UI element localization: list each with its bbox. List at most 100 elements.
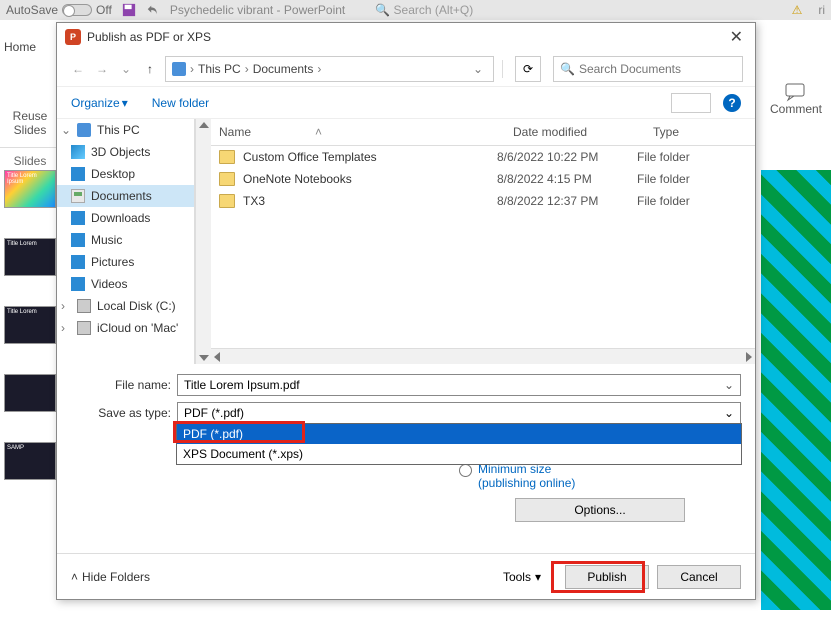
toggle-pill-icon [62,4,92,16]
publish-button[interactable]: Publish [565,565,649,589]
slide-thumb[interactable]: Title Lorem [4,306,56,344]
hide-folders-button[interactable]: ˄Hide Folders [71,570,150,584]
publish-dialog: P Publish as PDF or XPS ✕ ← → ⌄ ↑ › This… [56,22,756,600]
app-titlebar: AutoSave Off Psychedelic vibrant - Power… [0,0,831,20]
type-option-pdf[interactable]: PDF (*.pdf) [177,424,741,444]
file-row[interactable]: TX38/8/2022 12:37 PMFile folder [211,190,755,212]
tree-downloads[interactable]: Downloads [57,207,194,229]
dialog-toolbar: Organize ▾ New folder ? [57,87,755,119]
search-hint[interactable]: 🔍 Search (Alt+Q) [375,3,473,17]
nav-tree: ⌄This PC 3D Objects Desktop Documents Do… [57,119,195,364]
document-title: Psychedelic vibrant - PowerPoint [170,3,345,17]
tree-pictures[interactable]: Pictures [57,251,194,273]
new-folder-button[interactable]: New folder [152,96,209,110]
filename-label: File name: [71,378,177,392]
tree-scrollbar[interactable] [195,119,211,364]
save-form: File name: Title Lorem Ipsum.pdf⌄ Save a… [57,364,755,440]
file-browser: ⌄This PC 3D Objects Desktop Documents Do… [57,119,755,364]
tools-menu[interactable]: Tools▾ [503,570,541,584]
reuse-slides-button[interactable]: Reuse Slides [0,109,60,137]
documents-icon [71,189,85,203]
chevron-right-icon[interactable]: › [190,62,194,76]
autosave-state: Off [96,3,112,17]
chevron-down-icon: ▾ [535,570,541,584]
user-indicator[interactable]: ri [818,3,825,17]
nav-back-button[interactable]: ← [69,60,87,78]
powerpoint-icon: P [65,29,81,45]
nav-row: ← → ⌄ ↑ › This PC › Documents › ⌄ ⟳ 🔍 [57,51,755,87]
refresh-button[interactable]: ⟳ [515,56,541,82]
sort-up-icon: ˄ [315,125,322,139]
pc-icon [172,62,186,76]
slide-thumb[interactable]: Title Lorem [4,238,56,276]
undo-icon[interactable] [146,3,160,17]
savetype-label: Save as type: [71,406,177,420]
ribbon-left-group: Reuse Slides Slides [0,55,60,168]
file-row[interactable]: OneNote Notebooks8/8/2022 4:15 PMFile fo… [211,168,755,190]
col-type[interactable]: Type [645,119,755,145]
help-button[interactable]: ? [723,94,741,112]
dialog-title: Publish as PDF or XPS [87,30,211,44]
drive-icon [77,321,91,335]
col-name[interactable]: Name˄ [211,119,505,145]
search-box[interactable]: 🔍 [553,56,743,82]
music-icon [71,233,85,247]
cancel-button[interactable]: Cancel [657,565,741,589]
pictures-icon [71,255,85,269]
col-date[interactable]: Date modified [505,119,645,145]
chevron-right-icon[interactable]: › [245,62,249,76]
radio-minimum[interactable] [459,464,472,477]
savetype-combo[interactable]: PDF (*.pdf)⌄ PDF (*.pdf) XPS Document (*… [177,402,741,424]
tab-home[interactable]: Home [4,40,36,54]
dialog-titlebar: P Publish as PDF or XPS ✕ [57,23,755,51]
slide-thumbnails: Title Lorem Ipsum Title Lorem Title Lore… [0,170,60,510]
organize-menu[interactable]: Organize ▾ [71,96,128,110]
drive-icon [77,299,91,313]
new-comment-button[interactable]: Comment [761,82,831,116]
slide-thumb[interactable]: Title Lorem Ipsum [4,170,56,208]
save-icon[interactable] [122,3,136,17]
address-bar[interactable]: › This PC › Documents › ⌄ [165,56,494,82]
chevron-down-icon: ⌄ [724,406,734,420]
autosave-label: AutoSave [6,3,58,17]
pc-icon [77,123,91,137]
close-button[interactable]: ✕ [726,27,747,47]
tree-desktop[interactable]: Desktop [57,163,194,185]
slide-thumb[interactable]: SAMP [4,442,56,480]
autosave-toggle[interactable]: AutoSave Off [6,3,112,17]
slide-thumb[interactable] [4,374,56,412]
folder-icon [219,194,235,208]
type-option-xps[interactable]: XPS Document (*.xps) [177,444,741,464]
chevron-right-icon[interactable]: › [317,62,321,76]
tree-this-pc[interactable]: ⌄This PC [57,119,194,141]
tree-3d-objects[interactable]: 3D Objects [57,141,194,163]
search-input[interactable] [579,62,736,76]
folder-icon [219,172,235,186]
optimize-minimum[interactable]: Minimum size(publishing online) [459,462,741,490]
chevron-up-icon: ˄ [71,570,78,584]
chevron-down-icon[interactable]: ⌄ [724,378,734,392]
file-row[interactable]: Custom Office Templates8/6/2022 10:22 PM… [211,146,755,168]
nav-forward-button: → [93,60,111,78]
tree-icloud[interactable]: ›iCloud on 'Mac' [57,317,194,339]
filename-input[interactable]: Title Lorem Ipsum.pdf⌄ [177,374,741,396]
options-button[interactable]: Options... [515,498,685,522]
nav-up-button[interactable]: ↑ [141,60,159,78]
videos-icon [71,277,85,291]
file-list: Name˄ Date modified Type Custom Office T… [211,119,755,364]
chevron-down-icon: ▾ [122,96,128,110]
view-mode-button[interactable] [671,93,711,113]
list-h-scrollbar[interactable] [211,348,755,364]
warning-icon[interactable]: ⚠ [792,3,803,17]
tree-videos[interactable]: Videos [57,273,194,295]
recent-locations-button[interactable]: ⌄ [117,60,135,78]
tree-local-disk[interactable]: ›Local Disk (C:) [57,295,194,317]
tree-documents[interactable]: Documents [57,185,194,207]
downloads-icon [71,211,85,225]
crumb-documents[interactable]: Documents [253,62,314,76]
search-icon: 🔍 [560,62,575,76]
desktop-icon [71,167,85,181]
address-dropdown-button[interactable]: ⌄ [469,62,487,76]
crumb-this-pc[interactable]: This PC [198,62,241,76]
tree-music[interactable]: Music [57,229,194,251]
